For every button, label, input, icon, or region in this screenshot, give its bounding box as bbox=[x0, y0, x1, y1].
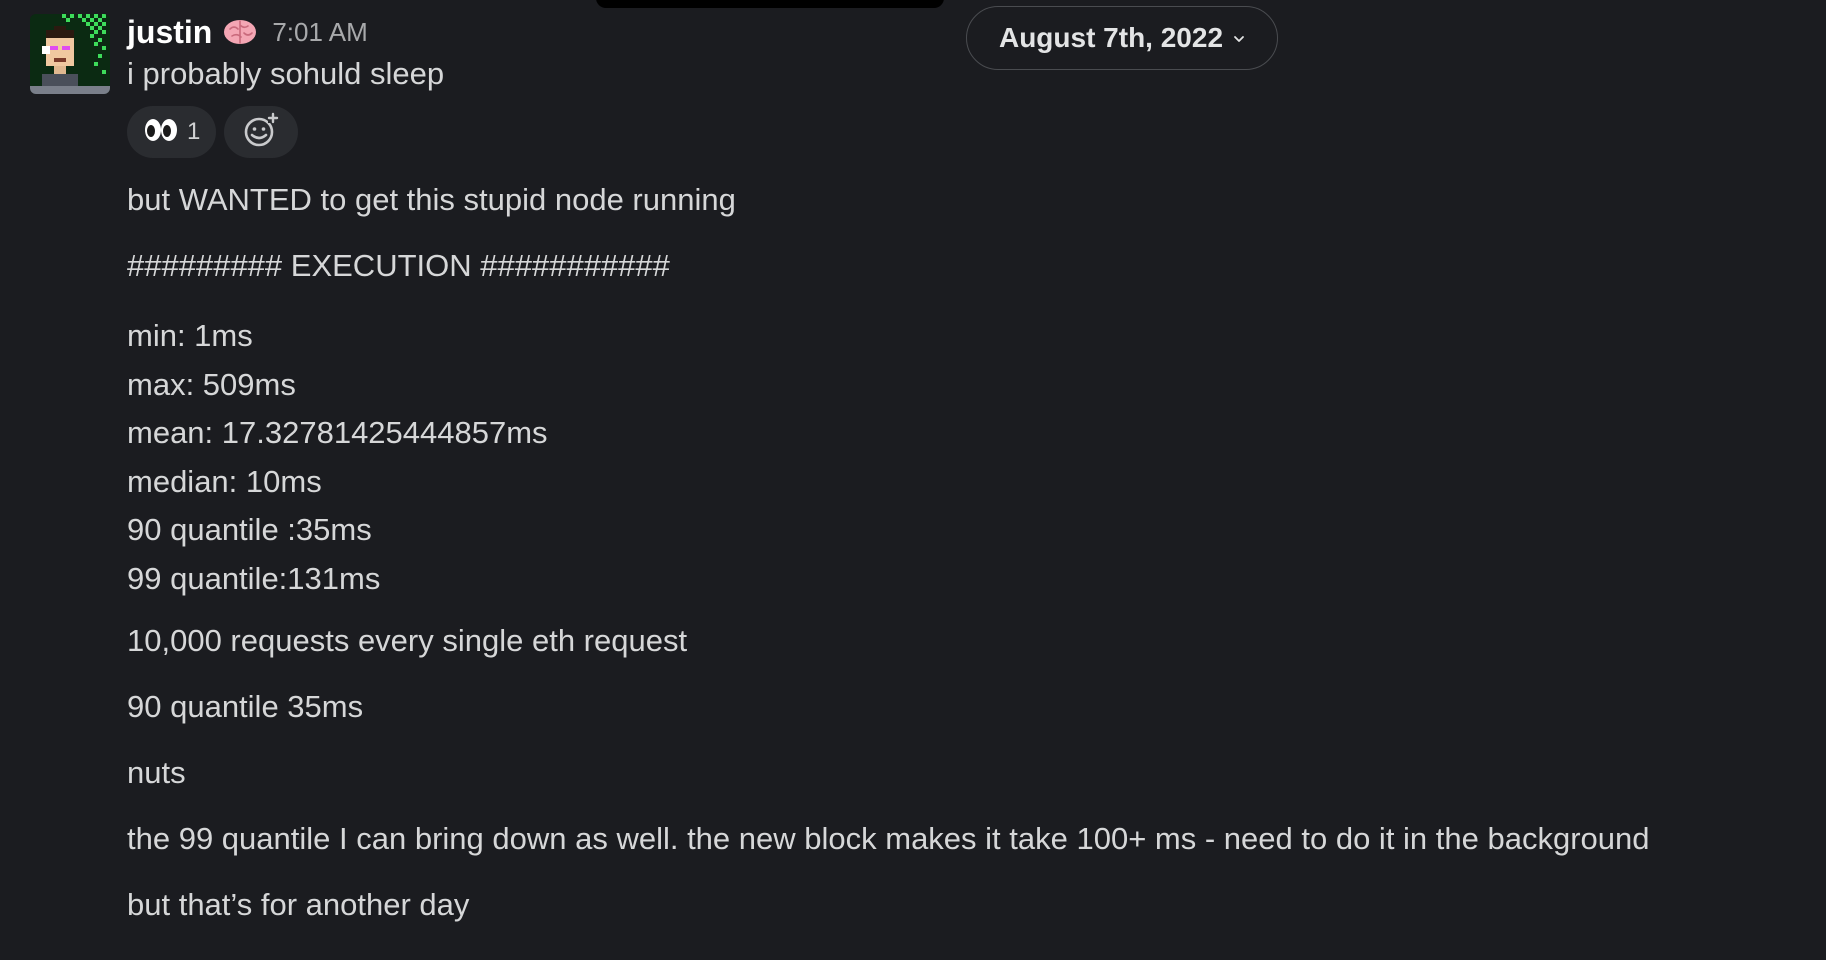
message-text: 10,000 requests every single eth request bbox=[127, 623, 688, 658]
message-text: i probably sohuld sleep bbox=[127, 56, 445, 91]
reaction-eyes[interactable]: 1 bbox=[127, 106, 217, 158]
eyes-icon bbox=[143, 117, 179, 148]
brain-icon bbox=[222, 17, 258, 47]
message-header: justin 7:01 AM bbox=[127, 10, 1807, 54]
stat-q99: 99 quantile:131ms bbox=[127, 560, 381, 596]
message-timestamp[interactable]: 7:01 AM bbox=[272, 17, 367, 48]
message-text: ######### EXECUTION ########### bbox=[127, 248, 670, 283]
message-text: but WANTED to get this stupid node runni… bbox=[127, 182, 736, 217]
message-text: 90 quantile 35ms bbox=[127, 689, 364, 724]
stat-q90: 90 quantile :35ms bbox=[127, 512, 372, 547]
message-text: nuts bbox=[127, 755, 186, 790]
reaction-count: 1 bbox=[187, 118, 201, 145]
message-text: but that’s for another day bbox=[127, 887, 470, 922]
author-name[interactable]: justin bbox=[127, 14, 212, 51]
add-reaction-button[interactable] bbox=[224, 106, 299, 158]
add-emoji-icon bbox=[241, 110, 281, 155]
message-group: justin 7:01 AM i probably sohuld sleep 1… bbox=[127, 10, 1807, 951]
slack-channel-view: August 7th, 2022 justin 7:01 AM i probab… bbox=[0, 0, 1826, 960]
message-text: the 99 quantile I can bring down as well… bbox=[127, 821, 1650, 856]
stat-min: min: 1ms bbox=[127, 318, 253, 353]
stat-median: median: 10ms bbox=[127, 463, 322, 499]
avatar[interactable] bbox=[30, 14, 110, 94]
reaction-bar: 1 bbox=[127, 106, 1807, 158]
stats-block: min: 1ms max: 509ms mean: 17.32781425444… bbox=[127, 312, 1807, 603]
top-bar-notch bbox=[596, 0, 944, 8]
stat-max: max: 509ms bbox=[127, 366, 296, 402]
stat-mean: mean: 17.32781425444857ms bbox=[127, 415, 548, 450]
